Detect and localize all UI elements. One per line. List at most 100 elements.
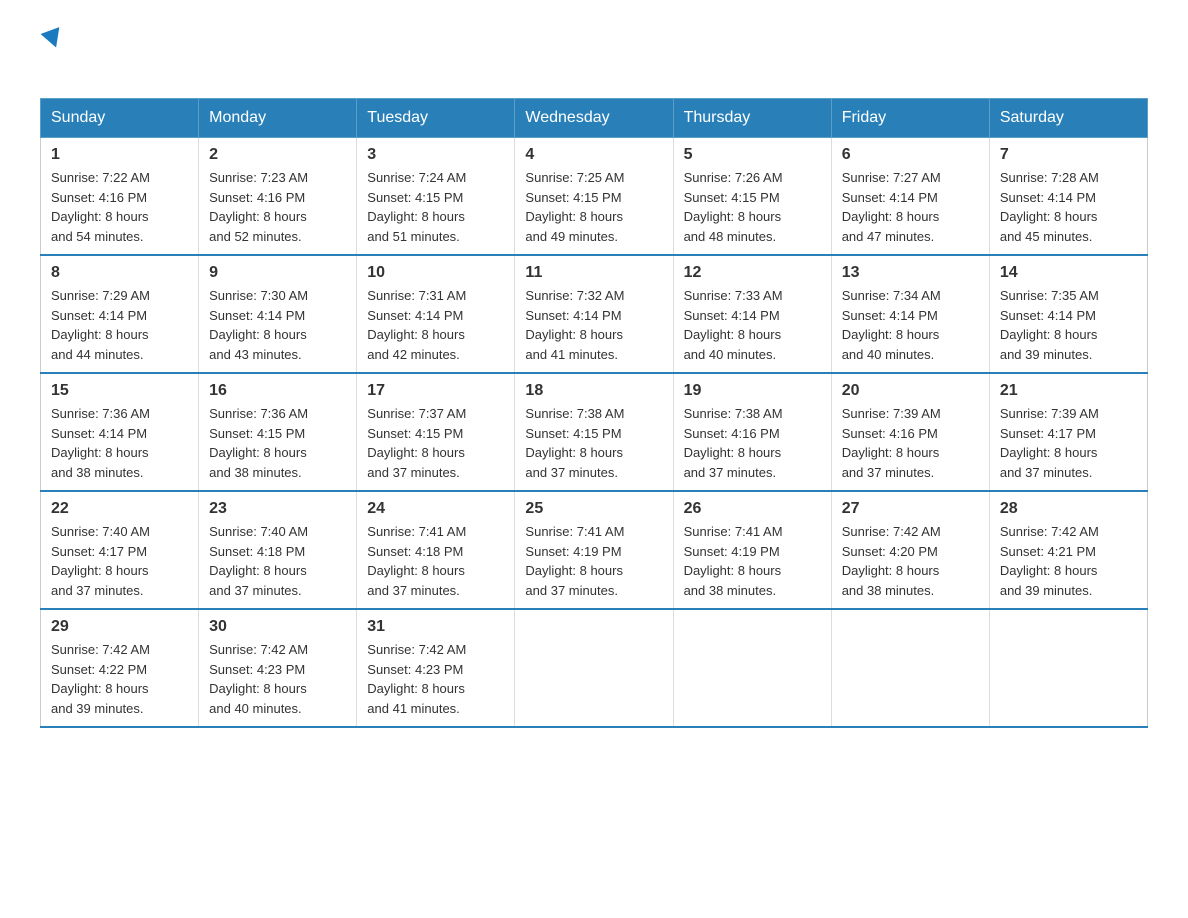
calendar-day-cell: 24 Sunrise: 7:41 AM Sunset: 4:18 PM Dayl…: [357, 491, 515, 609]
calendar-day-cell: 25 Sunrise: 7:41 AM Sunset: 4:19 PM Dayl…: [515, 491, 673, 609]
day-number: 27: [842, 500, 979, 518]
calendar-day-cell: 9 Sunrise: 7:30 AM Sunset: 4:14 PM Dayli…: [199, 255, 357, 373]
day-info: Sunrise: 7:41 AM Sunset: 4:19 PM Dayligh…: [684, 522, 821, 600]
weekday-header: Thursday: [673, 99, 831, 138]
day-number: 5: [684, 146, 821, 164]
day-info: Sunrise: 7:38 AM Sunset: 4:15 PM Dayligh…: [525, 404, 662, 482]
calendar-day-cell: 28 Sunrise: 7:42 AM Sunset: 4:21 PM Dayl…: [989, 491, 1147, 609]
day-info: Sunrise: 7:24 AM Sunset: 4:15 PM Dayligh…: [367, 168, 504, 246]
day-number: 30: [209, 618, 346, 636]
calendar-day-cell: 5 Sunrise: 7:26 AM Sunset: 4:15 PM Dayli…: [673, 138, 831, 256]
day-number: 4: [525, 146, 662, 164]
day-info: Sunrise: 7:30 AM Sunset: 4:14 PM Dayligh…: [209, 286, 346, 364]
day-info: Sunrise: 7:23 AM Sunset: 4:16 PM Dayligh…: [209, 168, 346, 246]
calendar-day-cell: 13 Sunrise: 7:34 AM Sunset: 4:14 PM Dayl…: [831, 255, 989, 373]
day-number: 24: [367, 500, 504, 518]
day-number: 31: [367, 618, 504, 636]
day-info: Sunrise: 7:40 AM Sunset: 4:17 PM Dayligh…: [51, 522, 188, 600]
day-number: 12: [684, 264, 821, 282]
calendar-week-row: 1 Sunrise: 7:22 AM Sunset: 4:16 PM Dayli…: [41, 138, 1148, 256]
calendar-day-cell: [831, 609, 989, 727]
day-number: 10: [367, 264, 504, 282]
day-info: Sunrise: 7:31 AM Sunset: 4:14 PM Dayligh…: [367, 286, 504, 364]
day-number: 16: [209, 382, 346, 400]
calendar-day-cell: [673, 609, 831, 727]
calendar-day-cell: 2 Sunrise: 7:23 AM Sunset: 4:16 PM Dayli…: [199, 138, 357, 256]
calendar-day-cell: 15 Sunrise: 7:36 AM Sunset: 4:14 PM Dayl…: [41, 373, 199, 491]
calendar-day-cell: 18 Sunrise: 7:38 AM Sunset: 4:15 PM Dayl…: [515, 373, 673, 491]
calendar-day-cell: 21 Sunrise: 7:39 AM Sunset: 4:17 PM Dayl…: [989, 373, 1147, 491]
day-number: 9: [209, 264, 346, 282]
calendar-day-cell: [515, 609, 673, 727]
day-info: Sunrise: 7:42 AM Sunset: 4:23 PM Dayligh…: [367, 640, 504, 718]
calendar-day-cell: 11 Sunrise: 7:32 AM Sunset: 4:14 PM Dayl…: [515, 255, 673, 373]
day-info: Sunrise: 7:25 AM Sunset: 4:15 PM Dayligh…: [525, 168, 662, 246]
day-info: Sunrise: 7:39 AM Sunset: 4:16 PM Dayligh…: [842, 404, 979, 482]
calendar-day-cell: 22 Sunrise: 7:40 AM Sunset: 4:17 PM Dayl…: [41, 491, 199, 609]
calendar-day-cell: 3 Sunrise: 7:24 AM Sunset: 4:15 PM Dayli…: [357, 138, 515, 256]
day-number: 3: [367, 146, 504, 164]
weekday-header-row: SundayMondayTuesdayWednesdayThursdayFrid…: [41, 99, 1148, 138]
day-info: Sunrise: 7:33 AM Sunset: 4:14 PM Dayligh…: [684, 286, 821, 364]
day-info: Sunrise: 7:42 AM Sunset: 4:20 PM Dayligh…: [842, 522, 979, 600]
day-number: 8: [51, 264, 188, 282]
weekday-header: Tuesday: [357, 99, 515, 138]
day-number: 6: [842, 146, 979, 164]
weekday-header: Wednesday: [515, 99, 673, 138]
day-info: Sunrise: 7:40 AM Sunset: 4:18 PM Dayligh…: [209, 522, 346, 600]
day-number: 22: [51, 500, 188, 518]
calendar-day-cell: 30 Sunrise: 7:42 AM Sunset: 4:23 PM Dayl…: [199, 609, 357, 727]
calendar-day-cell: 10 Sunrise: 7:31 AM Sunset: 4:14 PM Dayl…: [357, 255, 515, 373]
day-number: 7: [1000, 146, 1137, 164]
calendar-day-cell: 14 Sunrise: 7:35 AM Sunset: 4:14 PM Dayl…: [989, 255, 1147, 373]
calendar-week-row: 29 Sunrise: 7:42 AM Sunset: 4:22 PM Dayl…: [41, 609, 1148, 727]
day-info: Sunrise: 7:26 AM Sunset: 4:15 PM Dayligh…: [684, 168, 821, 246]
day-info: Sunrise: 7:41 AM Sunset: 4:18 PM Dayligh…: [367, 522, 504, 600]
calendar-week-row: 15 Sunrise: 7:36 AM Sunset: 4:14 PM Dayl…: [41, 373, 1148, 491]
calendar-day-cell: 19 Sunrise: 7:38 AM Sunset: 4:16 PM Dayl…: [673, 373, 831, 491]
day-number: 17: [367, 382, 504, 400]
calendar-day-cell: 23 Sunrise: 7:40 AM Sunset: 4:18 PM Dayl…: [199, 491, 357, 609]
day-info: Sunrise: 7:27 AM Sunset: 4:14 PM Dayligh…: [842, 168, 979, 246]
calendar-day-cell: 31 Sunrise: 7:42 AM Sunset: 4:23 PM Dayl…: [357, 609, 515, 727]
calendar-day-cell: 4 Sunrise: 7:25 AM Sunset: 4:15 PM Dayli…: [515, 138, 673, 256]
day-info: Sunrise: 7:22 AM Sunset: 4:16 PM Dayligh…: [51, 168, 188, 246]
logo-triangle-icon: [41, 27, 66, 51]
day-number: 1: [51, 146, 188, 164]
calendar-table: SundayMondayTuesdayWednesdayThursdayFrid…: [40, 98, 1148, 728]
calendar-day-cell: 20 Sunrise: 7:39 AM Sunset: 4:16 PM Dayl…: [831, 373, 989, 491]
day-number: 15: [51, 382, 188, 400]
day-number: 21: [1000, 382, 1137, 400]
day-info: Sunrise: 7:36 AM Sunset: 4:15 PM Dayligh…: [209, 404, 346, 482]
day-info: Sunrise: 7:28 AM Sunset: 4:14 PM Dayligh…: [1000, 168, 1137, 246]
calendar-day-cell: 29 Sunrise: 7:42 AM Sunset: 4:22 PM Dayl…: [41, 609, 199, 727]
weekday-header: Saturday: [989, 99, 1147, 138]
calendar-body: 1 Sunrise: 7:22 AM Sunset: 4:16 PM Dayli…: [41, 138, 1148, 728]
weekday-header: Friday: [831, 99, 989, 138]
day-number: 26: [684, 500, 821, 518]
day-info: Sunrise: 7:29 AM Sunset: 4:14 PM Dayligh…: [51, 286, 188, 364]
day-number: 23: [209, 500, 346, 518]
day-number: 2: [209, 146, 346, 164]
calendar-day-cell: 27 Sunrise: 7:42 AM Sunset: 4:20 PM Dayl…: [831, 491, 989, 609]
day-number: 14: [1000, 264, 1137, 282]
day-info: Sunrise: 7:42 AM Sunset: 4:23 PM Dayligh…: [209, 640, 346, 718]
day-info: Sunrise: 7:37 AM Sunset: 4:15 PM Dayligh…: [367, 404, 504, 482]
day-info: Sunrise: 7:32 AM Sunset: 4:14 PM Dayligh…: [525, 286, 662, 364]
day-number: 13: [842, 264, 979, 282]
day-number: 28: [1000, 500, 1137, 518]
day-number: 11: [525, 264, 662, 282]
calendar-day-cell: 12 Sunrise: 7:33 AM Sunset: 4:14 PM Dayl…: [673, 255, 831, 373]
day-number: 19: [684, 382, 821, 400]
day-info: Sunrise: 7:42 AM Sunset: 4:22 PM Dayligh…: [51, 640, 188, 718]
day-info: Sunrise: 7:34 AM Sunset: 4:14 PM Dayligh…: [842, 286, 979, 364]
calendar-day-cell: 26 Sunrise: 7:41 AM Sunset: 4:19 PM Dayl…: [673, 491, 831, 609]
calendar-day-cell: 8 Sunrise: 7:29 AM Sunset: 4:14 PM Dayli…: [41, 255, 199, 373]
day-number: 29: [51, 618, 188, 636]
calendar-day-cell: [989, 609, 1147, 727]
day-info: Sunrise: 7:35 AM Sunset: 4:14 PM Dayligh…: [1000, 286, 1137, 364]
day-info: Sunrise: 7:38 AM Sunset: 4:16 PM Dayligh…: [684, 404, 821, 482]
day-info: Sunrise: 7:42 AM Sunset: 4:21 PM Dayligh…: [1000, 522, 1137, 600]
logo: [40, 30, 63, 78]
calendar-day-cell: 7 Sunrise: 7:28 AM Sunset: 4:14 PM Dayli…: [989, 138, 1147, 256]
